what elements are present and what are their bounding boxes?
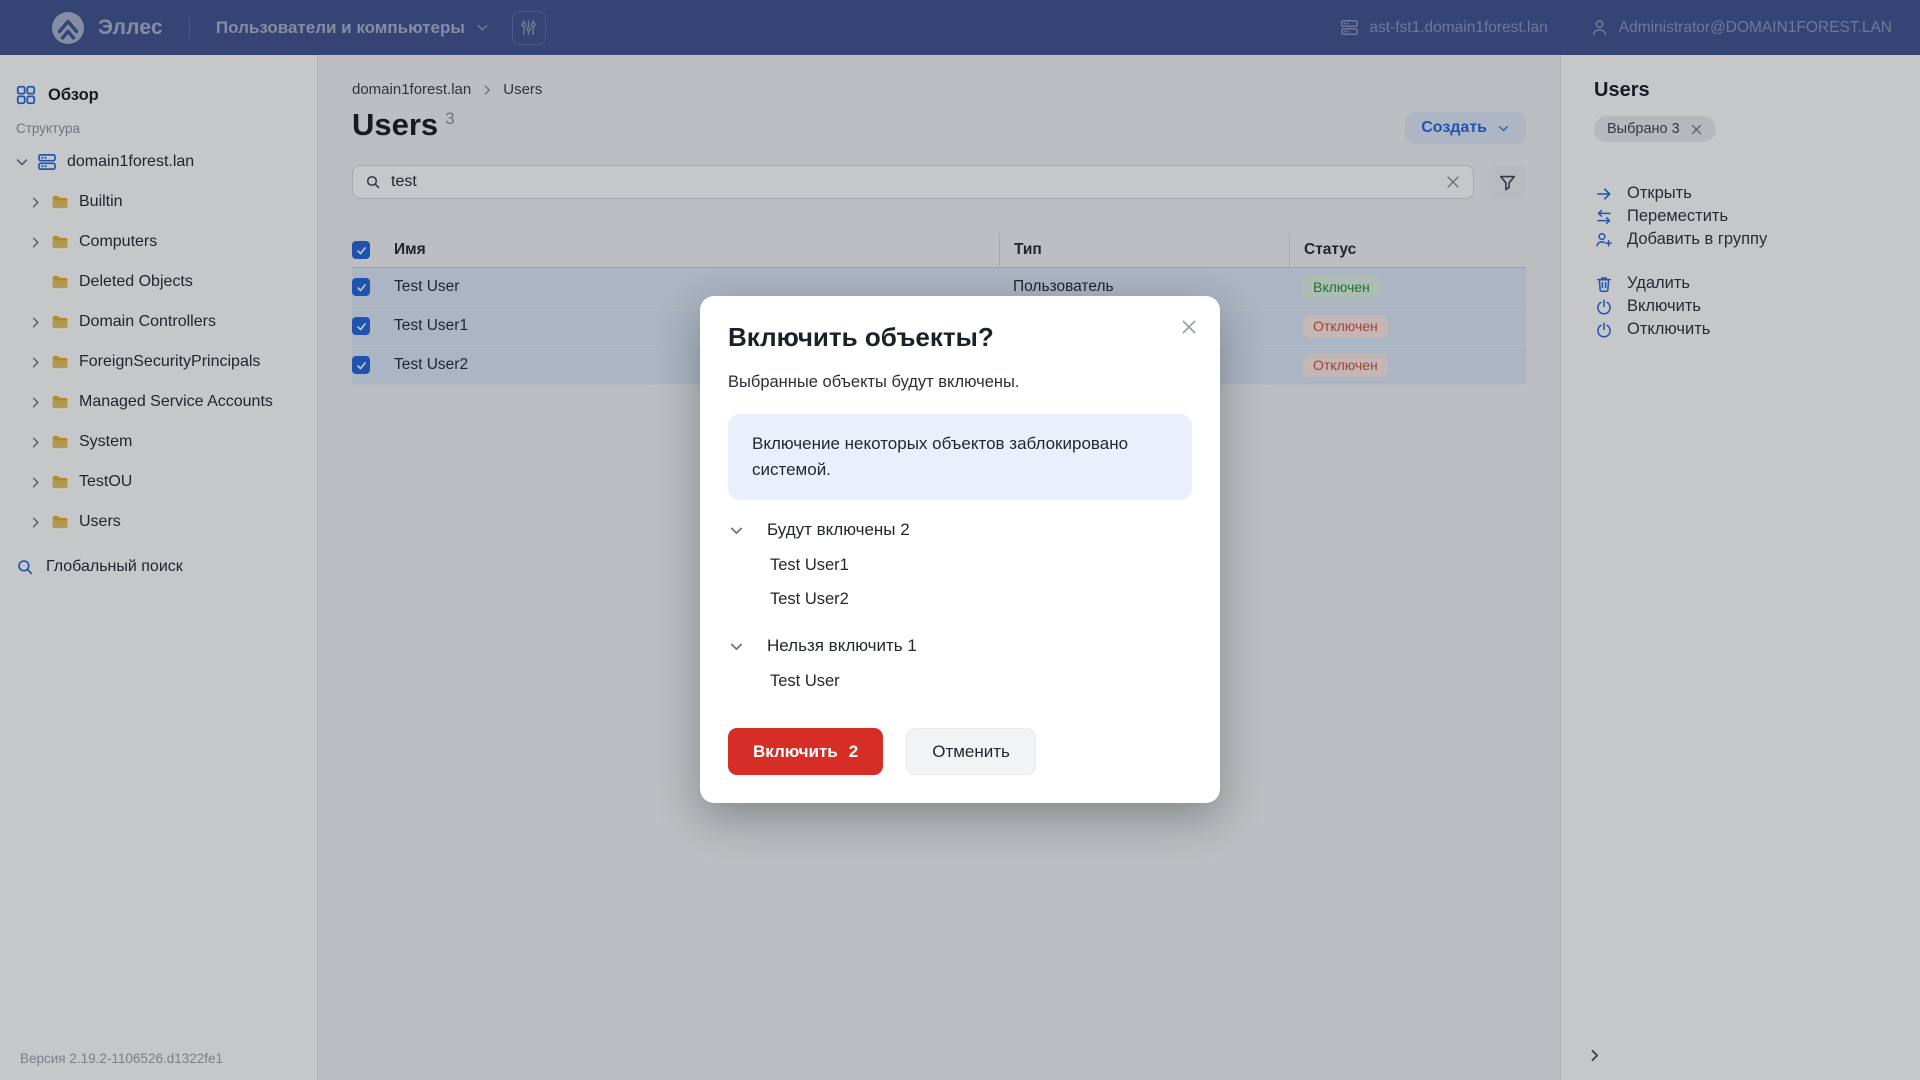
close-dialog-button[interactable] — [1180, 318, 1198, 336]
section-toggle[interactable]: Будут включены 2 — [728, 512, 1192, 548]
section-header-label: Будут включены 2 — [767, 520, 910, 540]
app-root: Эллес Пользователи и компьютеры ast-fst1… — [0, 0, 1920, 1080]
enable-objects-dialog: Включить объекты? Выбранные объекты буду… — [700, 296, 1220, 803]
chevron-down-icon — [728, 638, 745, 655]
cancel-label: Отменить — [932, 742, 1010, 762]
section-will-be-enabled: Будут включены 2 Test User1 Test User2 — [728, 512, 1192, 616]
list-item: Test User2 — [728, 582, 1192, 616]
list-item: Test User1 — [728, 548, 1192, 582]
confirm-count: 2 — [849, 742, 858, 762]
dialog-subtitle: Выбранные объекты будут включены. — [728, 373, 1192, 392]
dialog-title: Включить объекты? — [728, 322, 1192, 353]
chevron-down-icon — [728, 522, 745, 539]
info-message: Включение некоторых объектов заблокирова… — [728, 414, 1192, 500]
confirm-label: Включить — [753, 742, 838, 762]
confirm-enable-button[interactable]: Включить 2 — [728, 728, 883, 775]
section-header-label: Нельзя включить 1 — [767, 636, 917, 656]
section-cannot-be-enabled: Нельзя включить 1 Test User — [728, 628, 1192, 698]
list-item: Test User — [728, 664, 1192, 698]
section-toggle[interactable]: Нельзя включить 1 — [728, 628, 1192, 664]
cancel-button[interactable]: Отменить — [906, 728, 1036, 775]
